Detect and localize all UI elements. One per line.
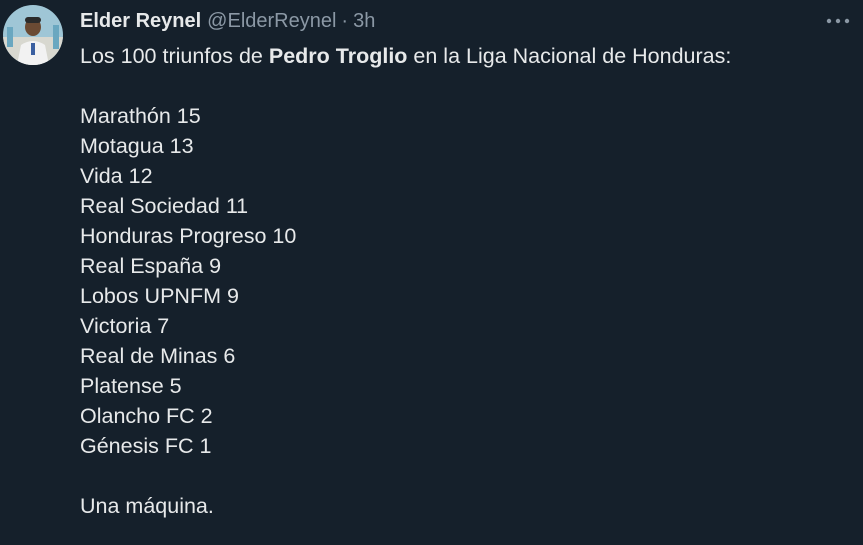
list-item: Real de Minas 6	[80, 344, 236, 368]
list-item: Motagua 13	[80, 134, 194, 158]
list-item: Marathón 15	[80, 104, 201, 128]
more-options-button[interactable]	[822, 10, 854, 32]
profile-photo-icon	[3, 5, 63, 65]
more-horizontal-icon	[826, 18, 850, 24]
list-item: Real Sociedad 11	[80, 194, 249, 218]
tweet-text: Los 100 triunfos de Pedro Troglio en la …	[80, 41, 840, 521]
list-item: Platense 5	[80, 374, 182, 398]
list-item: Lobos UPNFM 9	[80, 284, 239, 308]
list-item: Victoria 7	[80, 314, 170, 338]
intro-text-end: en la Liga Nacional de Honduras:	[407, 44, 732, 68]
intro-text: Los 100 triunfos de	[80, 44, 269, 68]
separator-dot: ·	[341, 9, 349, 32]
list-item: Honduras Progreso 10	[80, 224, 297, 248]
tweet-closing: Una máquina.	[80, 494, 214, 518]
tweet-intro: Los 100 triunfos de Pedro Troglio en la …	[80, 41, 840, 71]
timestamp[interactable]: 3h	[353, 10, 375, 33]
list-item: Vida 12	[80, 164, 153, 188]
author-handle[interactable]: @ElderReynel	[207, 10, 336, 33]
list-item: Real España 9	[80, 254, 222, 278]
list-item: Génesis FC 1	[80, 434, 212, 458]
author-name[interactable]: Elder Reynel	[80, 10, 201, 33]
intro-bold-name: Pedro Troglio	[268, 44, 408, 68]
tweet[interactable]: Elder Reynel @ElderReynel · 3h Los 100 t…	[0, 0, 863, 545]
avatar[interactable]	[3, 5, 63, 65]
tweet-header: Elder Reynel @ElderReynel · 3h	[80, 8, 375, 34]
list-item: Olancho FC 2	[80, 404, 213, 428]
